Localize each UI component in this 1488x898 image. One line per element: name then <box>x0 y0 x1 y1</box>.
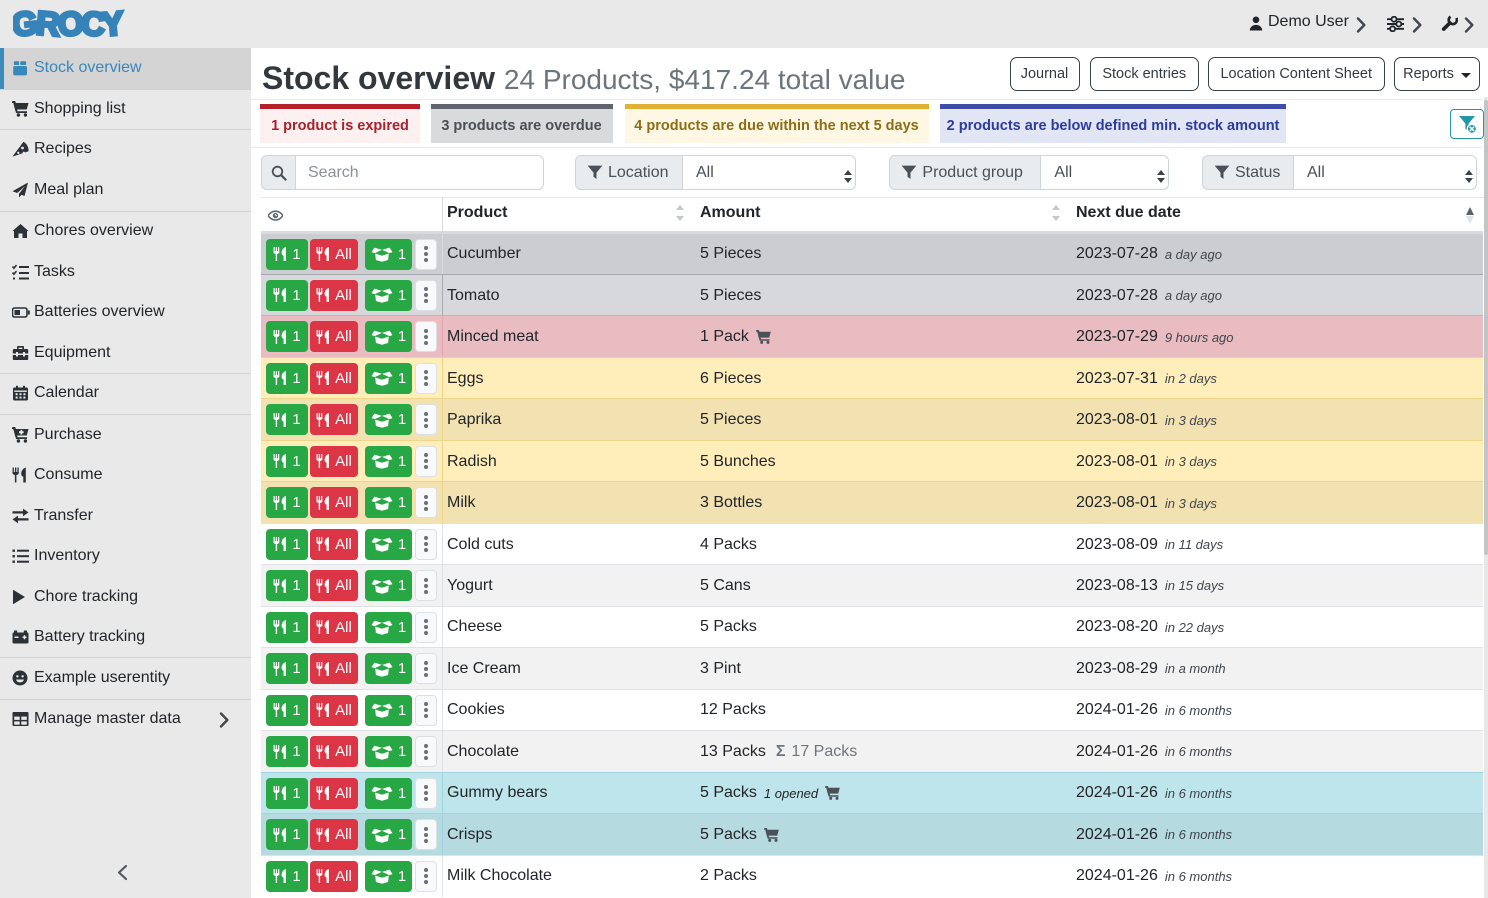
svg-text:Y: Y <box>100 7 125 43</box>
